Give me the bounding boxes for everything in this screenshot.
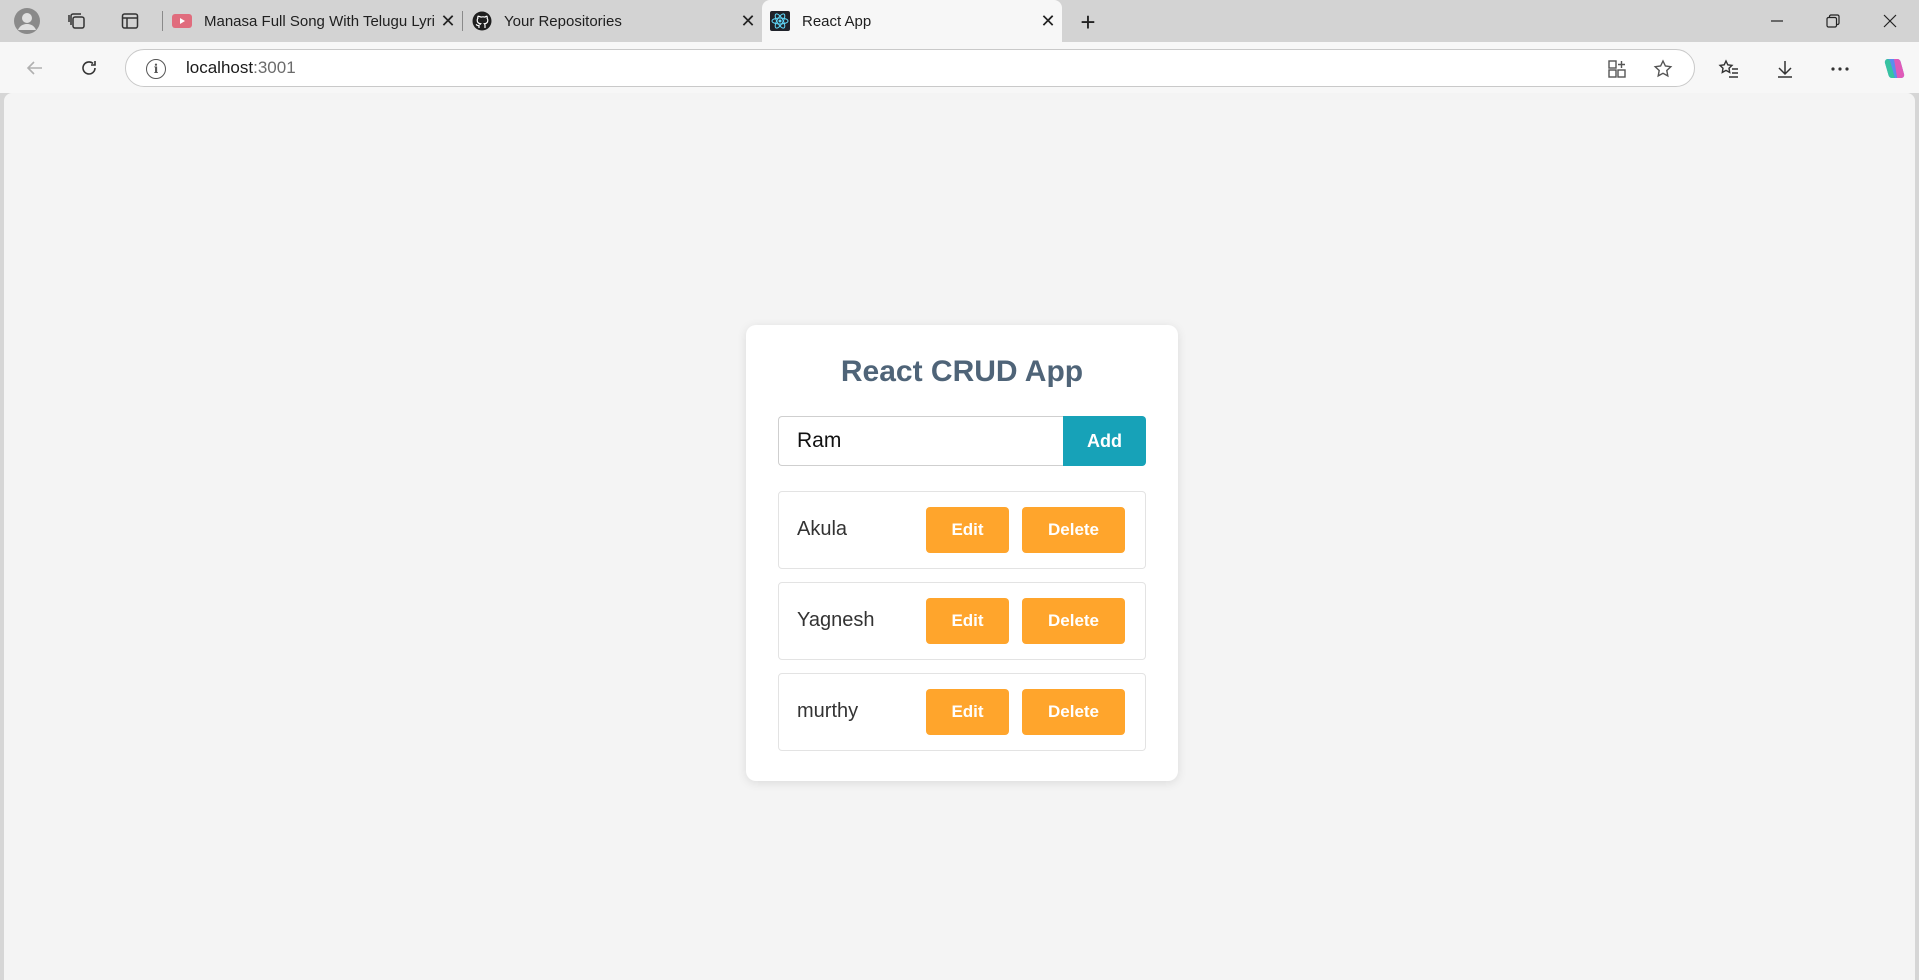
tab-actions-icon[interactable] [113, 5, 147, 37]
name-input[interactable] [778, 416, 1063, 466]
item-list: Akula Edit Delete Yagnesh Edit Delete mu… [778, 491, 1146, 764]
list-item: Akula Edit Delete [778, 491, 1146, 569]
item-name: murthy [797, 700, 859, 722]
list-item: murthy Edit Delete [778, 673, 1146, 751]
tab-title: Manasa Full Song With Telugu Lyrics [204, 12, 434, 30]
favorites-icon[interactable] [1714, 54, 1744, 84]
tab-separator [162, 11, 163, 31]
item-name: Akula [797, 518, 848, 540]
downloads-icon[interactable] [1770, 54, 1800, 84]
add-button[interactable]: Add [1063, 416, 1146, 466]
youtube-icon [172, 11, 192, 31]
close-icon[interactable]: ✕ [1034, 7, 1062, 35]
tab-github[interactable]: Your Repositories ✕ [472, 0, 762, 42]
refresh-icon[interactable] [71, 50, 107, 86]
site-info-icon[interactable]: i [146, 59, 166, 79]
item-name: Yagnesh [797, 609, 875, 631]
address-url: localhost:3001 [186, 58, 296, 78]
edit-button[interactable]: Edit [926, 598, 1009, 644]
copilot-icon[interactable] [1879, 54, 1909, 84]
tab-separator [462, 11, 463, 31]
tab-title: Your Repositories [504, 12, 622, 30]
delete-button[interactable]: Delete [1022, 689, 1125, 735]
close-icon[interactable]: ✕ [434, 7, 462, 35]
browser-toolbar: i localhost:3001 [0, 42, 1919, 93]
list-item: Yagnesh Edit Delete [778, 582, 1146, 660]
tab-react-app[interactable]: React App ✕ [762, 0, 1062, 42]
more-options-icon[interactable] [1825, 54, 1855, 84]
tab-youtube[interactable]: Manasa Full Song With Telugu Lyrics ✕ [172, 0, 462, 42]
edit-button[interactable]: Edit [926, 507, 1009, 553]
profile-avatar-icon[interactable] [10, 5, 44, 37]
delete-button[interactable]: Delete [1022, 598, 1125, 644]
page-viewport: React CRUD App Add Akula Edit Delete Yag… [4, 93, 1915, 980]
address-host: localhost [186, 58, 254, 77]
tab-title: React App [802, 12, 872, 30]
back-icon[interactable] [17, 50, 53, 86]
address-port: :3001 [253, 58, 296, 77]
react-icon [770, 11, 790, 31]
minimize-icon[interactable] [1749, 0, 1805, 42]
page-title: React CRUD App [840, 355, 1084, 388]
tab-strip: Manasa Full Song With Telugu Lyrics ✕ Yo… [0, 0, 1919, 42]
crud-card: React CRUD App Add Akula Edit Delete Yag… [746, 325, 1178, 781]
window-close-icon[interactable] [1862, 0, 1918, 42]
restore-icon[interactable] [1805, 0, 1861, 42]
address-bar[interactable]: i localhost:3001 [125, 49, 1695, 87]
workspaces-icon[interactable] [60, 5, 94, 37]
delete-button[interactable]: Delete [1022, 507, 1125, 553]
add-form: Add [778, 416, 1146, 466]
new-tab-button[interactable]: + [1070, 6, 1106, 38]
github-icon [472, 11, 492, 31]
edit-button[interactable]: Edit [926, 689, 1009, 735]
app-available-icon[interactable] [1606, 58, 1628, 80]
close-icon[interactable]: ✕ [734, 7, 762, 35]
favorite-star-icon[interactable] [1652, 58, 1674, 80]
